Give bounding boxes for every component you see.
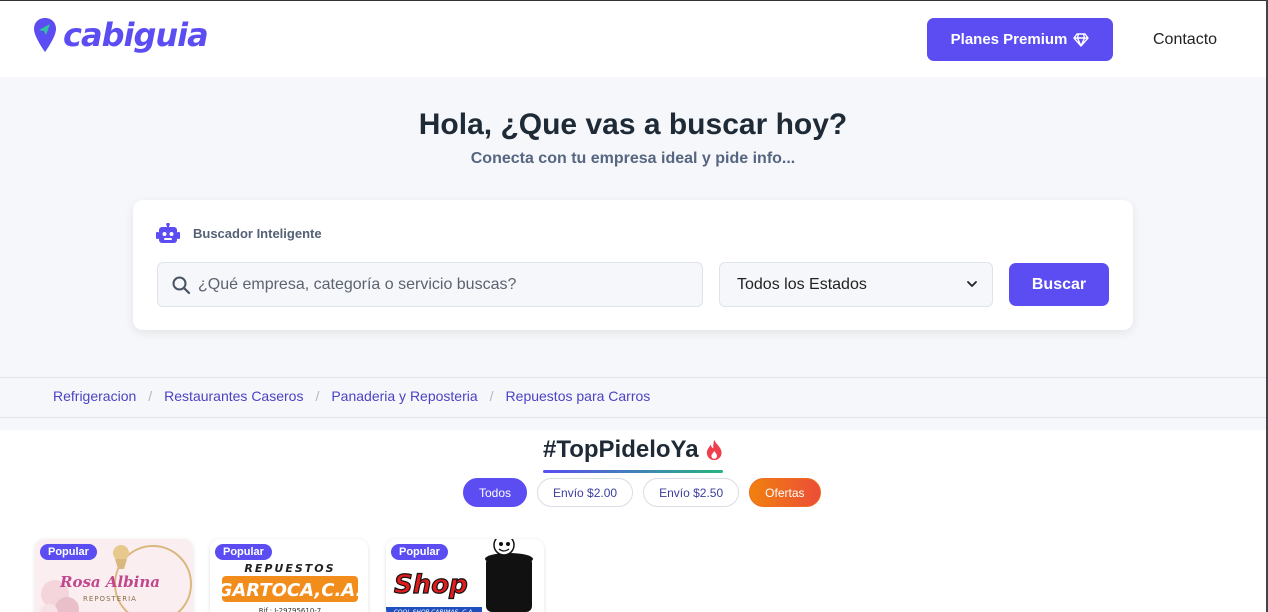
search-button[interactable]: Buscar [1009, 263, 1109, 306]
search-field[interactable] [157, 262, 703, 307]
smart-search-label: Buscador Inteligente [193, 226, 322, 241]
hero-title: Hola, ¿Que vas a buscar hoy? [418, 108, 848, 141]
category-link-panaderia[interactable]: Panaderia y Reposteria [331, 388, 477, 404]
top-title-block: #TopPideloYa [543, 435, 723, 473]
popular-badge: Popular [391, 544, 448, 560]
logo-name: GARTOCA,C.A. [218, 580, 363, 601]
business-card-cool-shop[interactable]: Popular Shop COOL SHOP CABIMAS, C.A. [386, 539, 544, 612]
logo-title: Rosa Albina [59, 573, 160, 591]
logo[interactable]: cabiguia [33, 16, 209, 54]
filter-envio-2-50[interactable]: Envío $2.50 [643, 478, 740, 507]
business-card-gartoca[interactable]: Popular REPUESTOS GARTOCA,C.A. Rif.: J-2… [210, 539, 368, 612]
site-header: cabiguia Planes Premium Contacto [0, 0, 1268, 77]
flame-icon [706, 439, 722, 461]
state-select-value: Todos los Estados [737, 276, 867, 293]
category-link-restaurantes[interactable]: Restaurantes Caseros [164, 388, 303, 404]
premium-plans-button[interactable]: Planes Premium [927, 18, 1113, 61]
filter-envio-2-00[interactable]: Envío $2.00 [537, 478, 634, 507]
top-section: #TopPideloYa Todos Envío $2.00 Envío $2.… [0, 430, 1266, 612]
filter-ofertas[interactable]: Ofertas [749, 478, 821, 507]
top-title: #TopPideloYa [543, 436, 699, 463]
chevron-down-icon [967, 281, 977, 287]
title-underline [543, 470, 723, 473]
logo-title: REPUESTOS [244, 562, 335, 575]
filter-todos[interactable]: Todos [463, 478, 528, 507]
logo-subtitle: REPOSTERIA [83, 595, 137, 603]
category-link-refrigeracion[interactable]: Refrigeracion [53, 388, 136, 404]
diamond-icon [1073, 32, 1090, 47]
search-icon [172, 276, 190, 294]
category-separator: / [315, 388, 320, 404]
contact-link[interactable]: Contacto [1153, 31, 1217, 49]
category-breadcrumb: Refrigeracion / Restaurantes Caseros / P… [0, 377, 1266, 418]
popular-badge: Popular [215, 544, 272, 560]
premium-plans-label: Planes Premium [950, 31, 1068, 48]
logo-title: Shop [394, 570, 468, 600]
location-pin-icon [34, 18, 56, 52]
category-separator: / [489, 388, 494, 404]
robot-icon [156, 223, 180, 243]
popular-badge: Popular [40, 544, 97, 560]
business-card-rosa-albina[interactable]: Popular Rosa Albina REPOSTERIA [35, 539, 193, 612]
search-input[interactable] [198, 263, 698, 306]
logo-text: cabiguia [63, 16, 209, 54]
logo-rif: Rif.: J-29795610-7 [259, 607, 322, 612]
state-select[interactable]: Todos los Estados [719, 262, 993, 307]
filter-chips: Todos Envío $2.00 Envío $2.50 Ofertas [463, 478, 821, 507]
hero-subtitle: Conecta con tu empresa ideal y pide info… [470, 150, 796, 167]
category-separator: / [148, 388, 153, 404]
category-list: Refrigeracion / Restaurantes Caseros / P… [53, 388, 650, 404]
category-link-repuestos[interactable]: Repuestos para Carros [506, 388, 651, 404]
search-card: Buscador Inteligente Todos los Estados B… [133, 200, 1133, 330]
